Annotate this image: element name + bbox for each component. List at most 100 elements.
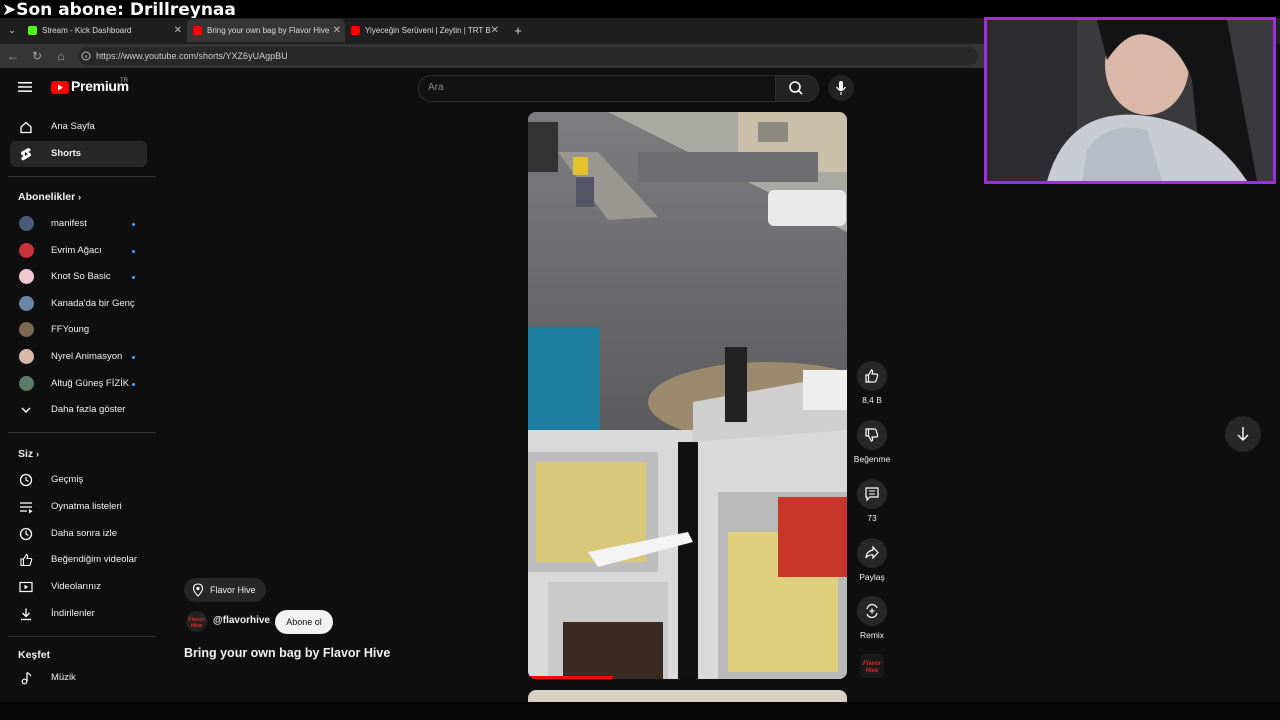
tab-list-chevron-icon[interactable]: ⌄ — [2, 19, 22, 42]
sidebar-item-label: Ana Sayfa — [51, 121, 95, 132]
webcam-feed — [987, 20, 1273, 181]
mic-icon — [835, 81, 847, 95]
share-icon — [865, 545, 879, 560]
comment-icon — [865, 487, 879, 502]
your-videos-icon — [19, 581, 33, 593]
sidebar-divider — [8, 636, 156, 637]
you-header[interactable]: Siz › — [18, 448, 39, 460]
like-button[interactable]: 8,4 B — [852, 361, 892, 405]
history-icon — [19, 473, 33, 487]
sidebar-item-manifest[interactable]: manifest — [10, 211, 147, 237]
chevron-right-icon: › — [36, 449, 40, 459]
remix-label: Remix — [859, 630, 885, 640]
sidebar-divider — [8, 176, 156, 177]
avatar — [19, 243, 34, 258]
new-content-dot — [132, 223, 135, 226]
menu-icon[interactable] — [18, 82, 32, 92]
sidebar-item-watch-later[interactable]: Daha sonra izle — [10, 521, 147, 547]
download-icon — [21, 608, 31, 621]
search-input[interactable] — [418, 75, 776, 102]
site-info-icon[interactable] — [81, 51, 91, 61]
sidebar-item-shorts[interactable]: Shorts — [10, 141, 147, 167]
tab-kick-dashboard[interactable]: Stream - Kick Dashboard ✕ — [28, 19, 186, 42]
youtube-icon — [193, 26, 202, 36]
location-pin-icon — [192, 583, 204, 597]
sidebar-item-history[interactable]: Geçmiş — [10, 467, 147, 493]
subscribe-button[interactable]: Abone ol — [275, 610, 333, 634]
youtube-icon — [351, 26, 360, 36]
sidebar-item-label: Evrim Ağacı — [51, 245, 102, 256]
search-placeholder: Ara — [428, 82, 444, 93]
youtube-logo-icon[interactable] — [51, 81, 69, 94]
video-title[interactable]: Bring your own bag by Flavor Hive — [184, 646, 390, 660]
new-content-dot — [132, 250, 135, 253]
subscriptions-header-label: Abonelikler — [18, 191, 76, 203]
sidebar-item-music[interactable]: Müzik — [10, 665, 147, 691]
tab-flavor-hive[interactable]: Bring your own bag by Flavor Hive ✕ — [187, 19, 345, 42]
channel-logo-button[interactable]: Flavor Hive — [860, 654, 884, 678]
comments-button[interactable]: 73 — [852, 479, 892, 523]
playlists-icon — [20, 502, 33, 514]
sidebar-item-home[interactable]: Ana Sayfa — [10, 114, 147, 140]
sidebar-item-label: Daha sonra izle — [51, 528, 118, 539]
avatar — [19, 349, 34, 364]
new-tab-icon[interactable]: + — [510, 19, 526, 42]
back-icon[interactable]: ← — [5, 48, 21, 64]
channel-avatar[interactable]: Flavor Hive — [186, 611, 207, 632]
streamer-webcam — [984, 17, 1276, 184]
chevron-down-icon — [21, 407, 31, 413]
home-icon[interactable]: ⌂ — [53, 48, 69, 64]
tab-trt[interactable]: Yiyeceğin Serüveni | Zeytin | TRT B ✕ — [351, 19, 503, 42]
sidebar-item-nyrel-animasyon[interactable]: Nyrel Animasyon — [10, 344, 147, 370]
next-short-preview[interactable] — [528, 690, 847, 702]
next-video-button[interactable] — [1225, 416, 1261, 452]
sidebar-item-label: Oynatma listeleri — [51, 501, 122, 512]
stream-bottom-bar — [0, 702, 1280, 720]
watch-later-icon — [19, 527, 33, 541]
search-button[interactable] — [775, 75, 819, 102]
new-content-dot — [132, 383, 135, 386]
share-button[interactable]: Paylaş — [852, 538, 892, 582]
short-video-player[interactable] — [528, 112, 847, 679]
location-chip[interactable]: Flavor Hive — [184, 578, 266, 602]
sidebar-item-kanadada-bir-genc[interactable]: Kanada'da bir Genç — [10, 291, 147, 317]
sidebar-item-evrim-agaci[interactable]: Evrim Ağacı — [10, 238, 147, 264]
remix-icon — [866, 603, 878, 619]
sidebar-item-label: Shorts — [51, 148, 82, 159]
channel-avatar-logo: FlavorHive — [188, 617, 205, 629]
sidebar-item-label: Knot So Basic — [51, 271, 111, 282]
voice-search-button[interactable] — [828, 75, 854, 101]
dislike-button[interactable]: Beğenme — [852, 420, 892, 464]
sidebar-item-label: Beğendiğim videolar — [51, 554, 138, 565]
show-more-button[interactable]: Daha fazla göster — [10, 397, 147, 423]
remix-button[interactable]: Remix — [852, 596, 892, 640]
sidebar-item-your-videos[interactable]: Videolarınız — [10, 574, 147, 600]
sidebar-item-knot-so-basic[interactable]: Knot So Basic — [10, 264, 147, 290]
sidebar-item-playlists[interactable]: Oynatma listeleri — [10, 494, 147, 520]
sidebar-item-downloads[interactable]: İndirilenler — [10, 601, 147, 627]
svg-text:Hive: Hive — [191, 623, 203, 629]
close-icon[interactable]: ✕ — [174, 19, 182, 42]
flavor-hive-logo-icon: FlavorHive — [863, 661, 882, 674]
sidebar-item-label: FFYoung — [51, 324, 90, 335]
video-frame — [528, 112, 847, 679]
sidebar-item-label: İndirilenler — [51, 608, 95, 619]
close-icon[interactable]: ✕ — [333, 19, 341, 42]
last-subscriber-text: ➤Son abone: Drillreynaa — [2, 0, 236, 20]
svg-text:Flavor: Flavor — [863, 661, 882, 667]
sidebar-item-label: Geçmiş — [51, 474, 84, 485]
avatar — [19, 269, 34, 284]
sidebar-item-liked-videos[interactable]: Beğendiğim videolar — [10, 547, 147, 573]
sidebar-item-label: Altuğ Güneş FİZİK — [51, 378, 130, 389]
sidebar-item-label: manifest — [51, 218, 87, 229]
subscriptions-header[interactable]: Abonelikler › — [18, 191, 81, 203]
close-icon[interactable]: ✕ — [491, 19, 499, 42]
comment-count: 73 — [867, 513, 877, 523]
sidebar-item-altug-gunes-fizik[interactable]: Altuğ Güneş FİZİK — [10, 371, 147, 397]
new-content-dot — [132, 276, 135, 279]
channel-handle[interactable]: @flavorhive — [213, 615, 270, 626]
dislike-label: Beğenme — [853, 454, 891, 464]
sidebar-item-ffyoung[interactable]: FFYoung — [10, 317, 147, 343]
reload-icon[interactable]: ↻ — [29, 48, 45, 64]
sidebar-item-label: Nyrel Animasyon — [51, 351, 123, 362]
